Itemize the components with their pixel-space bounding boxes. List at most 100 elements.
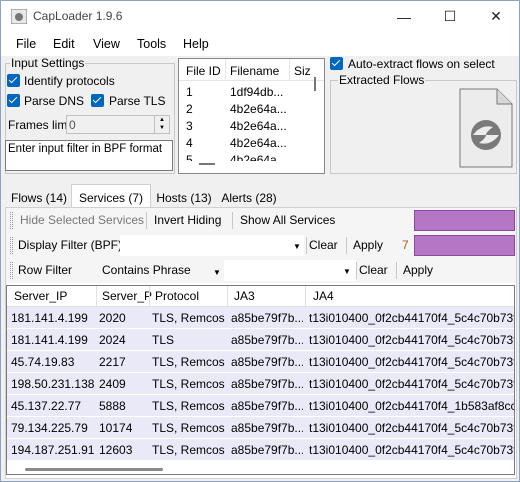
cell-server-port: 5888: [99, 399, 126, 413]
menu-file[interactable]: File: [16, 37, 36, 51]
row-filter-mode-value: Contains Phrase: [102, 263, 191, 277]
cell-ja3: a85be79f7b...: [231, 311, 303, 325]
file-list-row-name[interactable]: 4b2e64a...: [230, 102, 287, 116]
toolbar-separator: [356, 262, 357, 279]
parse-dns-label: Parse DNS: [24, 94, 85, 108]
menu-tools[interactable]: Tools: [137, 37, 166, 51]
auto-extract-checkbox[interactable]: [330, 57, 343, 70]
table-row[interactable]: 181.141.4.199 2024 TLS a85be79f7b... t13…: [7, 329, 514, 351]
row-filter-mode-select[interactable]: Contains Phrase ▼: [94, 259, 222, 282]
title-bar[interactable]: CapLoader 1.9.6 — ☐ ✕: [1, 1, 519, 32]
parse-dns-checkbox[interactable]: [7, 94, 20, 107]
display-filter-clear-button[interactable]: Clear: [309, 238, 338, 252]
minimize-button[interactable]: —: [381, 1, 427, 32]
cell-server-port: 10174: [99, 421, 133, 435]
parse-tls-checkbox[interactable]: [91, 94, 104, 107]
maximize-button[interactable]: ☐: [427, 1, 473, 32]
chevron-down-icon[interactable]: ▼: [343, 267, 351, 276]
file-list[interactable]: File ID Filename Siz 1 1df94db... 2 4b2e…: [178, 58, 325, 174]
tab-flows[interactable]: Flows (14): [8, 186, 70, 208]
table-row[interactable]: 181.141.4.199 2020 TLS, Remcos a85be79f7…: [7, 307, 514, 329]
display-filter-toolbar: Display Filter (BPF) ▼ Clear Apply 7: [6, 233, 516, 258]
services-grid[interactable]: Server_IP Server_P Protocol JA3 JA4 181.…: [6, 285, 515, 475]
invert-hiding-button[interactable]: Invert Hiding: [154, 213, 221, 227]
row-filter-clear-button[interactable]: Clear: [359, 263, 388, 277]
stepper-down-icon[interactable]: ▼: [155, 124, 169, 132]
menu-view[interactable]: View: [93, 37, 120, 51]
toolbar-grip[interactable]: [10, 212, 13, 229]
tab-services[interactable]: Services (7): [71, 184, 151, 208]
col-divider: [225, 59, 226, 81]
row-filter-toolbar: Row Filter Contains Phrase ▼ ▼ Clear App…: [6, 258, 516, 283]
file-list-row-name[interactable]: 1df94db...: [230, 85, 283, 99]
file-drop-icon[interactable]: [459, 88, 513, 168]
display-filter-apply-button[interactable]: Apply: [353, 238, 383, 252]
chevron-down-icon[interactable]: ▼: [213, 268, 221, 277]
row-filter-input[interactable]: [224, 260, 356, 281]
file-list-row-id[interactable]: 3: [186, 119, 193, 133]
file-list-row-name[interactable]: 4b2e64a...: [230, 136, 287, 150]
bpf-input-filter[interactable]: Enter input filter in BPF format: [5, 140, 173, 171]
hide-selected-services-button[interactable]: Hide Selected Services: [20, 213, 144, 227]
cell-server-ip: 194.187.251.91: [11, 443, 95, 457]
file-list-row-id[interactable]: 2: [186, 102, 193, 116]
grid-horizontal-scrollbar[interactable]: [7, 464, 514, 474]
file-list-col-id[interactable]: File ID: [186, 64, 221, 78]
color-button-1[interactable]: [414, 210, 515, 231]
tab-alerts[interactable]: Alerts (28): [218, 186, 280, 208]
file-list-hscroll-thumb[interactable]: [199, 163, 215, 165]
cell-server-port: 2024: [99, 333, 126, 347]
col-divider[interactable]: [96, 286, 97, 307]
file-list-col-filename[interactable]: Filename: [230, 64, 279, 78]
col-divider[interactable]: [227, 286, 228, 307]
toolbar-grip[interactable]: [10, 237, 13, 254]
tab-hosts[interactable]: Hosts (13): [152, 186, 216, 208]
display-filter-input[interactable]: [120, 235, 304, 256]
table-row[interactable]: 79.134.225.79 10174 TLS, Remcos a85be79f…: [7, 417, 514, 439]
grid-col-server-ip[interactable]: Server_IP: [14, 289, 67, 303]
table-row[interactable]: 198.50.231.138 2409 TLS, Remcos a85be79f…: [7, 373, 514, 395]
identify-protocols-checkbox[interactable]: [7, 74, 20, 87]
chevron-down-icon[interactable]: ▼: [293, 242, 301, 251]
color-button-2[interactable]: [414, 235, 515, 256]
frames-limit-value: 0: [69, 118, 76, 132]
grid-col-ja4[interactable]: JA4: [313, 289, 334, 303]
stepper-up-icon[interactable]: ▲: [155, 116, 169, 124]
file-list-row-name[interactable]: 4b2e64a...: [230, 119, 287, 133]
file-list-row-id[interactable]: 5: [186, 153, 193, 161]
cell-protocol: TLS, Remcos: [152, 399, 225, 413]
table-row[interactable]: 194.187.251.91 12603 TLS, Remcos a85be79…: [7, 439, 514, 461]
file-list-col-size[interactable]: Siz: [294, 64, 311, 78]
table-row[interactable]: 45.137.22.77 5888 TLS, Remcos a85be79f7b…: [7, 395, 514, 417]
cell-ja3: a85be79f7b...: [231, 421, 303, 435]
toolbar-separator: [306, 237, 307, 254]
grid-col-server-port[interactable]: Server_P: [102, 289, 152, 303]
cell-server-ip: 181.141.4.199: [11, 333, 88, 347]
frames-limit-stepper[interactable]: 0 ▲ ▼: [66, 115, 170, 134]
cell-protocol: TLS, Remcos: [152, 443, 225, 457]
table-row[interactable]: 45.74.19.83 2217 TLS, Remcos a85be79f7b.…: [7, 351, 514, 373]
window-title: CapLoader 1.9.6: [33, 9, 123, 23]
row-filter-apply-button[interactable]: Apply: [403, 263, 433, 277]
file-list-row-name[interactable]: 4b2e64a...: [230, 153, 287, 161]
grid-hscroll-thumb[interactable]: [25, 468, 163, 471]
menu-help[interactable]: Help: [183, 37, 209, 51]
show-all-services-button[interactable]: Show All Services: [240, 213, 335, 227]
file-list-row-id[interactable]: 1: [186, 85, 193, 99]
toolbar-grip[interactable]: [10, 262, 13, 279]
close-button[interactable]: ✕: [473, 1, 519, 32]
minimize-icon: —: [397, 8, 411, 25]
auto-extract-label: Auto-extract flows on select: [348, 57, 495, 71]
grid-col-protocol[interactable]: Protocol: [155, 289, 199, 303]
cell-server-port: 2020: [99, 311, 126, 325]
col-divider[interactable]: [305, 286, 306, 307]
file-list-vscroll-thumb[interactable]: [314, 77, 316, 91]
cell-ja4: t13i010400_0f2cb44170f4_5c4c70b73fa0: [309, 355, 514, 369]
stepper-arrows[interactable]: ▲ ▼: [154, 116, 169, 133]
menu-edit[interactable]: Edit: [53, 37, 75, 51]
grid-col-ja3[interactable]: JA3: [234, 289, 255, 303]
col-divider[interactable]: [149, 286, 150, 307]
toolbar-separator: [232, 212, 233, 229]
file-list-row-id[interactable]: 4: [186, 136, 193, 150]
cell-ja4: t13i010400_0f2cb44170f4_5c4c70b73fa0: [309, 443, 514, 457]
